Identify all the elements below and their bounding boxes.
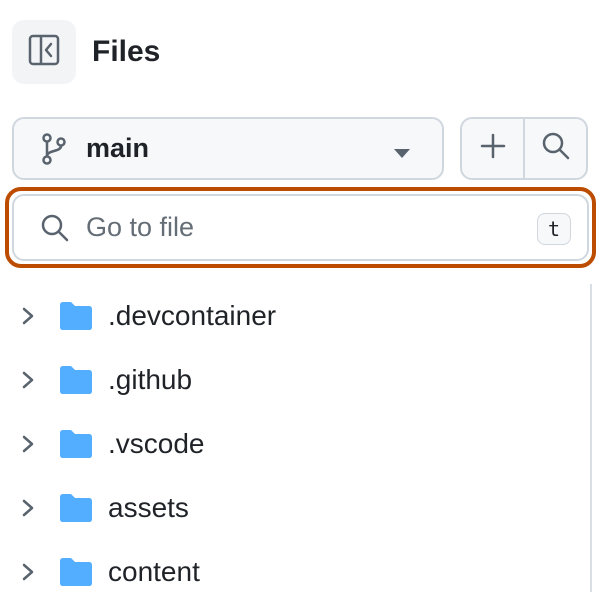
sidebar-collapse-icon [28,34,60,71]
tree-item-assets[interactable]: assets [0,476,596,540]
branch-selector-button[interactable]: main [12,117,444,180]
scrollbar-track[interactable] [590,284,592,592]
add-file-button[interactable] [462,119,523,178]
chevron-right-icon[interactable] [20,306,36,331]
search-icon [40,213,70,243]
search-code-button[interactable] [523,119,586,178]
chevron-right-icon[interactable] [20,562,36,587]
tree-item-label: .github [108,364,193,395]
folder-icon [58,428,94,465]
triangle-down-icon [394,146,410,164]
plus-icon [480,133,506,164]
chevron-right-icon[interactable] [20,498,36,523]
tree-item-github[interactable]: .github [0,348,596,412]
branch-name: main [86,133,150,163]
keyboard-shortcut-hint: t [537,213,571,245]
go-to-file-field[interactable]: t [12,194,589,261]
tree-item-label: .vscode [108,428,205,459]
folder-icon [58,556,94,592]
chevron-right-icon[interactable] [20,370,36,395]
tree-item-devcontainer[interactable]: .devcontainer [0,284,596,348]
chevron-right-icon[interactable] [20,434,36,459]
collapse-sidebar-button[interactable] [12,20,76,84]
search-icon [541,131,571,166]
tree-item-vscode[interactable]: .vscode [0,412,596,476]
git-branch-icon [40,132,68,165]
tree-item-label: content [108,556,200,587]
file-tree: .devcontainer .github .vscode assets con… [0,284,596,592]
folder-icon [58,492,94,529]
tree-item-content[interactable]: content [0,540,596,592]
page-title: Files [92,35,161,68]
file-tree-panel: Files main Go to file t .devcontainer .g… [0,0,596,592]
file-actions-group [460,117,588,180]
folder-icon [58,364,94,401]
tree-item-label: assets [108,492,189,523]
go-to-file-input[interactable] [86,212,506,243]
folder-icon [58,300,94,337]
tree-item-label: .devcontainer [108,300,277,331]
